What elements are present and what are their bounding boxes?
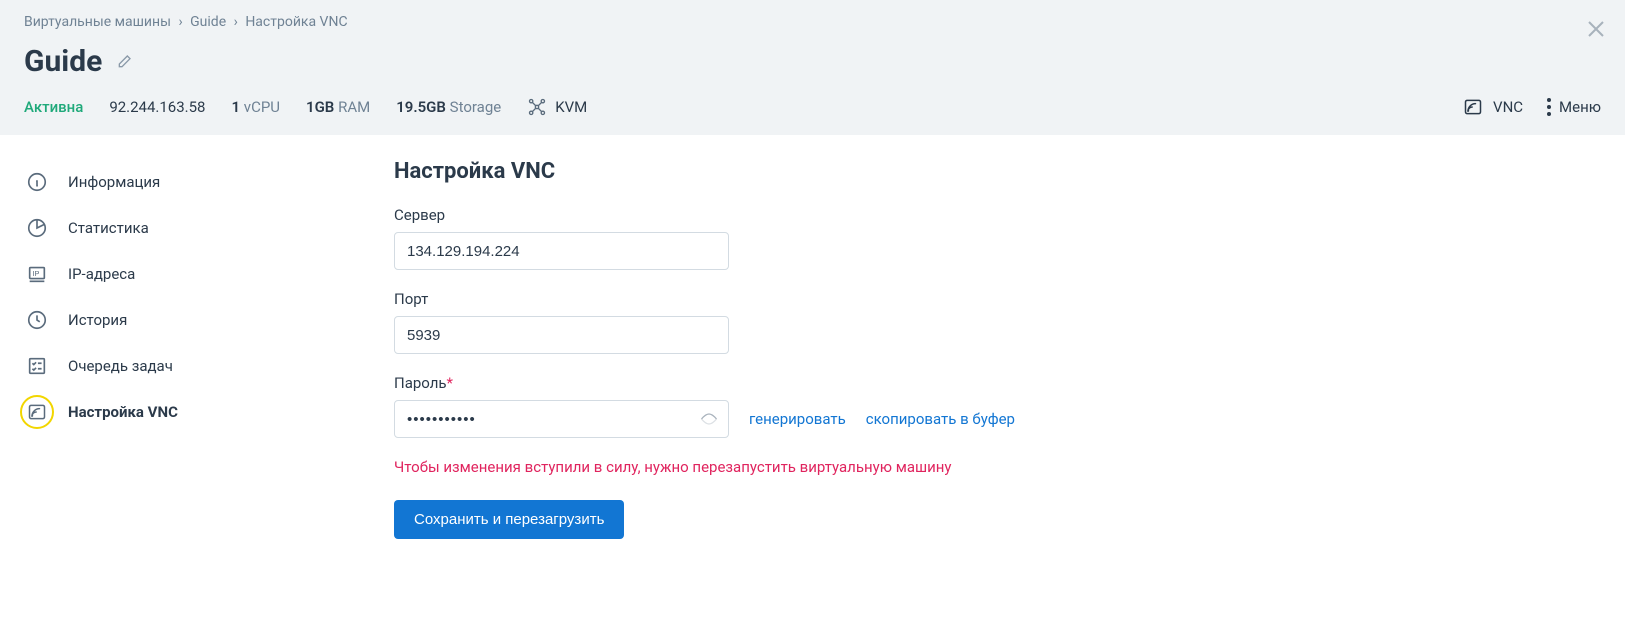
sidebar-item-stats[interactable]: Статистика: [24, 205, 394, 251]
cast-icon: [1463, 97, 1483, 117]
cast-icon: [24, 399, 50, 425]
edit-icon[interactable]: [116, 54, 132, 70]
vnc-button[interactable]: VNC: [1463, 97, 1523, 117]
info-virtualization: KVM: [527, 97, 587, 117]
form-row-server: Сервер: [394, 206, 1601, 270]
page-title: Guide: [24, 44, 102, 79]
info-ram: 1GB RAM: [306, 98, 370, 116]
sidebar-item-ip[interactable]: IP IP-адреса: [24, 251, 394, 297]
password-input[interactable]: [394, 400, 729, 438]
sidebar-item-history[interactable]: История: [24, 297, 394, 343]
sidebar-item-label: Очередь задач: [68, 357, 173, 375]
info-row: Активна 92.244.163.58 1 vCPU 1GB RAM 19.…: [24, 97, 1601, 117]
menu-label: Меню: [1559, 98, 1601, 116]
checklist-icon: [24, 353, 50, 379]
port-label: Порт: [394, 290, 1601, 308]
info-cpu-value: 1: [231, 98, 240, 116]
menu-button[interactable]: Меню: [1547, 98, 1601, 116]
header-actions: VNC Меню: [1463, 97, 1601, 117]
breadcrumb: Виртуальные машины › Guide › Настройка V…: [24, 14, 1601, 30]
clock-icon: [24, 307, 50, 333]
password-label: Пароль*: [394, 374, 1601, 392]
eye-icon[interactable]: [699, 409, 719, 429]
info-storage: 19.5GB Storage: [396, 98, 501, 116]
form-row-port: Порт: [394, 290, 1601, 354]
info-ram-label: RAM: [338, 98, 370, 116]
info-virt-label: KVM: [555, 98, 587, 116]
sidebar-item-label: История: [68, 311, 127, 329]
breadcrumb-mid[interactable]: Guide: [190, 14, 226, 30]
info-ip: 92.244.163.58: [109, 98, 205, 116]
sidebar-item-label: Информация: [68, 173, 160, 191]
pie-chart-icon: [24, 215, 50, 241]
vnc-label: VNC: [1493, 98, 1523, 116]
server-label: Сервер: [394, 206, 1601, 224]
password-wrap: [394, 400, 729, 438]
close-icon[interactable]: [1587, 20, 1605, 38]
required-mark: *: [447, 374, 453, 392]
title-row: Guide: [24, 44, 1601, 79]
server-input[interactable]: [394, 232, 729, 270]
info-icon: [24, 169, 50, 195]
password-row: генерировать скопировать в буфер: [394, 400, 1601, 438]
status-badge: Активна: [24, 98, 83, 116]
breadcrumb-leaf: Настройка VNC: [245, 14, 347, 30]
body: Информация Статистика IP IP-адреса Истор…: [0, 135, 1625, 563]
warning-text: Чтобы изменения вступили в силу, нужно п…: [394, 458, 1601, 476]
info-storage-label: Storage: [450, 98, 502, 116]
port-input[interactable]: [394, 316, 729, 354]
info-cpu-label: vCPU: [244, 98, 280, 116]
chevron-right-icon: ›: [178, 14, 182, 30]
sidebar-item-label: Статистика: [68, 219, 149, 237]
breadcrumb-root[interactable]: Виртуальные машины: [24, 14, 171, 30]
svg-text:IP: IP: [32, 269, 39, 278]
sidebar: Информация Статистика IP IP-адреса Истор…: [24, 159, 394, 539]
info-ram-value: 1GB: [306, 98, 334, 116]
form-row-password: Пароль* генерировать скопировать в буфер: [394, 374, 1601, 438]
info-storage-value: 19.5GB: [396, 98, 446, 116]
chevron-right-icon: ›: [234, 14, 238, 30]
save-and-reboot-button[interactable]: Сохранить и перезагрузить: [394, 500, 624, 539]
generate-password-link[interactable]: генерировать: [749, 410, 846, 428]
sidebar-item-label: Настройка VNC: [68, 403, 178, 421]
more-vertical-icon: [1547, 98, 1551, 116]
info-cpu: 1 vCPU: [231, 98, 280, 116]
sidebar-item-tasks[interactable]: Очередь задач: [24, 343, 394, 389]
sidebar-item-vnc[interactable]: Настройка VNC: [24, 389, 394, 435]
form-heading: Настройка VNC: [394, 159, 1601, 184]
sidebar-item-label: IP-адреса: [68, 265, 135, 283]
page-header: Виртуальные машины › Guide › Настройка V…: [0, 0, 1625, 135]
main-content: Настройка VNC Сервер Порт Пароль* генери…: [394, 159, 1601, 539]
network-icon: [527, 97, 547, 117]
copy-password-link[interactable]: скопировать в буфер: [866, 410, 1015, 428]
sidebar-item-info[interactable]: Информация: [24, 159, 394, 205]
ip-address-icon: IP: [24, 261, 50, 287]
